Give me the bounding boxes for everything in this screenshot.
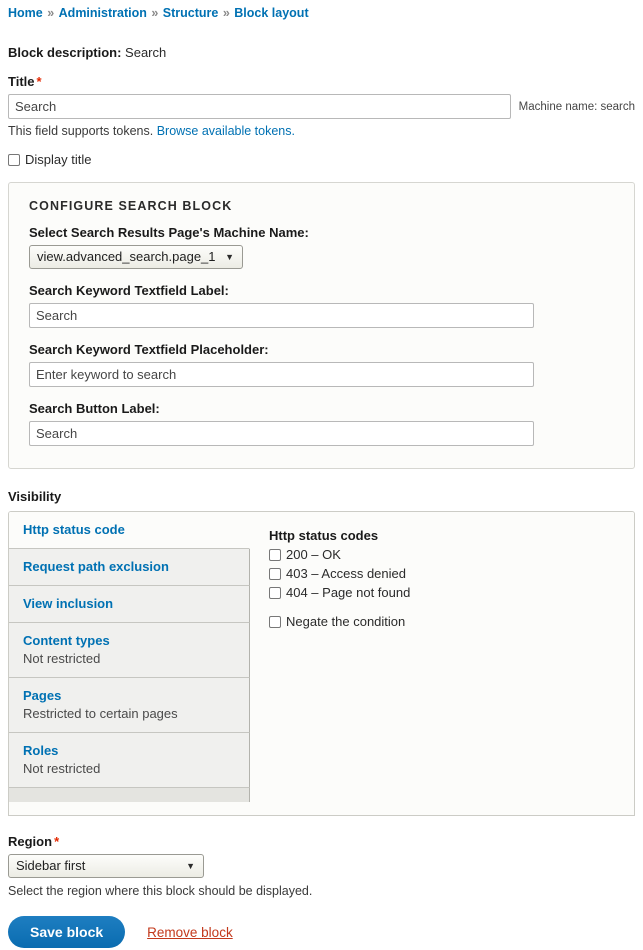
display-title-row[interactable]: Display title — [8, 152, 635, 168]
breadcrumb-separator: » — [47, 6, 55, 20]
breadcrumb-item-home[interactable]: Home — [8, 6, 43, 20]
breadcrumb-separator: » — [222, 6, 230, 20]
region-label-text: Region — [8, 834, 53, 849]
keyword-placeholder-input[interactable] — [29, 362, 534, 387]
visibility-tab-list: Http status code Request path exclusion … — [9, 512, 250, 815]
save-block-button[interactable]: Save block — [8, 916, 126, 948]
tab-summary: Not restricted — [23, 761, 101, 776]
region-select-wrap[interactable]: Sidebar first — [8, 854, 204, 878]
visibility-tab-list-footer — [9, 788, 250, 802]
breadcrumb-item-block-layout[interactable]: Block layout — [234, 6, 308, 20]
breadcrumb-item-administration[interactable]: Administration — [59, 6, 147, 20]
display-title-checkbox[interactable] — [8, 154, 20, 166]
visibility-tab-content-types[interactable]: Content types Not restricted — [9, 623, 250, 678]
region-required-marker: * — [54, 834, 60, 849]
title-label-text: Title — [8, 74, 35, 89]
visibility-tab-pane-http-status-code: Http status codes 200 – OK 403 – Access … — [250, 512, 634, 815]
negate-condition-row[interactable]: Negate the condition — [269, 614, 618, 630]
visibility-heading: Visibility — [8, 489, 62, 504]
title-required-marker: * — [36, 74, 42, 89]
negate-condition-checkbox[interactable] — [269, 616, 281, 628]
block-description-label: Block description: — [8, 45, 122, 60]
http-status-403-checkbox[interactable] — [269, 568, 281, 580]
title-label: Title * — [8, 74, 635, 90]
breadcrumb-separator: » — [151, 6, 159, 20]
http-status-200-label: 200 – OK — [286, 547, 341, 562]
http-status-200-checkbox[interactable] — [269, 549, 281, 561]
tab-summary: Restricted to certain pages — [23, 706, 178, 721]
title-help-static: This field supports tokens. — [8, 124, 154, 138]
button-label-input[interactable] — [29, 421, 534, 446]
tab-title: Roles — [23, 743, 59, 758]
http-status-404-checkbox[interactable] — [269, 587, 281, 599]
keyword-placeholder-label: Search Keyword Textfield Placeholder: — [29, 342, 269, 357]
visibility-tab-request-path-exclusion[interactable]: Request path exclusion — [9, 549, 250, 586]
form-actions: Save block Remove block — [8, 916, 635, 948]
http-status-403-label: 403 – Access denied — [286, 566, 406, 581]
block-description: Block description: Search — [8, 44, 635, 61]
title-row: Machine name: search — [8, 94, 635, 119]
results-page-select-wrap[interactable]: view.advanced_search.page_1 — [29, 245, 243, 269]
tab-title: Pages — [23, 688, 62, 703]
visibility-vertical-tabs: Http status code Request path exclusion … — [8, 511, 635, 816]
visibility-tab-http-status-code[interactable]: Http status code — [9, 512, 250, 549]
region-section: Region* Sidebar first Select the region … — [8, 834, 635, 899]
configure-block-heading: CONFIGURE SEARCH BLOCK — [29, 199, 233, 213]
title-help-text: This field supports tokens. Browse avail… — [8, 123, 635, 139]
region-select[interactable]: Sidebar first — [8, 854, 204, 878]
machine-name-label: Machine name: search — [518, 100, 635, 113]
http-status-codes-heading: Http status codes — [269, 528, 379, 543]
visibility-tab-roles[interactable]: Roles Not restricted — [9, 733, 250, 788]
tab-title: Http status code — [23, 522, 125, 537]
http-status-option-403[interactable]: 403 – Access denied — [269, 566, 618, 582]
region-description: Select the region where this block shoul… — [8, 884, 313, 898]
results-page-select[interactable]: view.advanced_search.page_1 — [29, 245, 243, 269]
http-status-404-label: 404 – Page not found — [286, 585, 411, 600]
breadcrumb-item-structure[interactable]: Structure — [163, 6, 219, 20]
region-label: Region * — [8, 834, 635, 850]
block-configure-page: Home » Administration » Structure » Bloc… — [0, 0, 643, 950]
tab-title: Request path exclusion — [23, 559, 169, 574]
tab-summary: Not restricted — [23, 651, 101, 666]
tab-title: View inclusion — [23, 596, 114, 611]
negate-condition-label: Negate the condition — [286, 614, 406, 629]
http-status-option-200[interactable]: 200 – OK — [269, 547, 618, 563]
results-page-label: Select Search Results Page's Machine Nam… — [29, 225, 309, 240]
display-title-label: Display title — [25, 152, 92, 167]
button-label-label: Search Button Label: — [29, 401, 160, 416]
configure-search-block-panel: CONFIGURE SEARCH BLOCK Select Search Res… — [8, 182, 635, 469]
remove-block-link[interactable]: Remove block — [147, 925, 233, 940]
breadcrumb: Home » Administration » Structure » Bloc… — [8, 0, 635, 21]
visibility-tab-pages[interactable]: Pages Restricted to certain pages — [9, 678, 250, 733]
visibility-tab-view-inclusion[interactable]: View inclusion — [9, 586, 250, 623]
http-status-option-404[interactable]: 404 – Page not found — [269, 585, 618, 601]
tab-title: Content types — [23, 633, 110, 648]
title-input[interactable] — [8, 94, 511, 119]
keyword-label-input[interactable] — [29, 303, 534, 328]
browse-tokens-link[interactable]: Browse available tokens. — [157, 124, 295, 138]
keyword-label-label: Search Keyword Textfield Label: — [29, 283, 229, 298]
block-description-value: Search — [125, 45, 167, 60]
